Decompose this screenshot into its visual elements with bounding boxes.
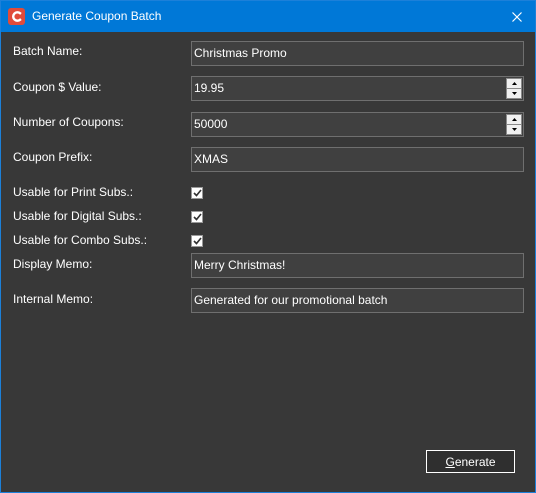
close-icon (512, 11, 522, 22)
chevron-up-icon (511, 82, 517, 85)
coupon-prefix-label: Coupon Prefix: (13, 150, 93, 164)
usable-print-checkbox[interactable] (191, 187, 203, 199)
coupon-value-text: 19.95 (194, 81, 225, 95)
coupon-value-decrement-button[interactable] (506, 89, 522, 99)
usable-digital-label: Usable for Digital Subs.: (13, 209, 142, 223)
coupon-value-stepper[interactable] (506, 78, 522, 99)
batch-name-label: Batch Name: (13, 44, 83, 58)
number-of-coupons-increment-button[interactable] (506, 114, 522, 125)
generate-button-label: enerate (454, 454, 496, 469)
internal-memo-field[interactable]: Generated for our promotional batch (191, 288, 524, 313)
display-memo-field[interactable]: Merry Christmas! (191, 253, 524, 278)
chevron-down-icon (511, 92, 517, 95)
usable-digital-checkbox[interactable] (191, 211, 203, 223)
batch-name-field[interactable]: Christmas Promo (191, 41, 524, 66)
display-memo-label: Display Memo: (13, 257, 93, 271)
app-logo-icon (8, 8, 25, 25)
chevron-up-icon (511, 118, 517, 121)
coupon-value-field[interactable]: 19.95 (191, 76, 524, 101)
internal-memo-label: Internal Memo: (13, 292, 94, 306)
usable-combo-checkbox[interactable] (191, 235, 203, 247)
checkmark-icon (192, 189, 202, 197)
coupon-value-label: Coupon $ Value: (13, 80, 102, 94)
checkmark-icon (192, 237, 202, 245)
checkmark-icon (192, 213, 202, 221)
usable-print-label: Usable for Print Subs.: (13, 185, 134, 199)
coupon-prefix-field[interactable]: XMAS (191, 147, 524, 172)
usable-combo-label: Usable for Combo Subs.: (13, 233, 148, 247)
number-of-coupons-stepper[interactable] (506, 114, 522, 135)
window-title: Generate Coupon Batch (32, 9, 162, 23)
number-of-coupons-label: Number of Coupons: (13, 115, 124, 129)
coupon-value-increment-button[interactable] (506, 78, 522, 89)
number-of-coupons-text: 50000 (194, 117, 228, 131)
generate-button-accelerator: G (445, 454, 455, 469)
close-button[interactable] (499, 1, 535, 32)
number-of-coupons-field[interactable]: 50000 (191, 112, 524, 137)
generate-button[interactable]: Generate (426, 450, 515, 473)
chevron-down-icon (511, 128, 517, 131)
dialog-window: Generate Coupon Batch Batch Name: Christ… (0, 0, 536, 493)
number-of-coupons-decrement-button[interactable] (506, 125, 522, 135)
title-bar[interactable]: Generate Coupon Batch (1, 1, 535, 32)
